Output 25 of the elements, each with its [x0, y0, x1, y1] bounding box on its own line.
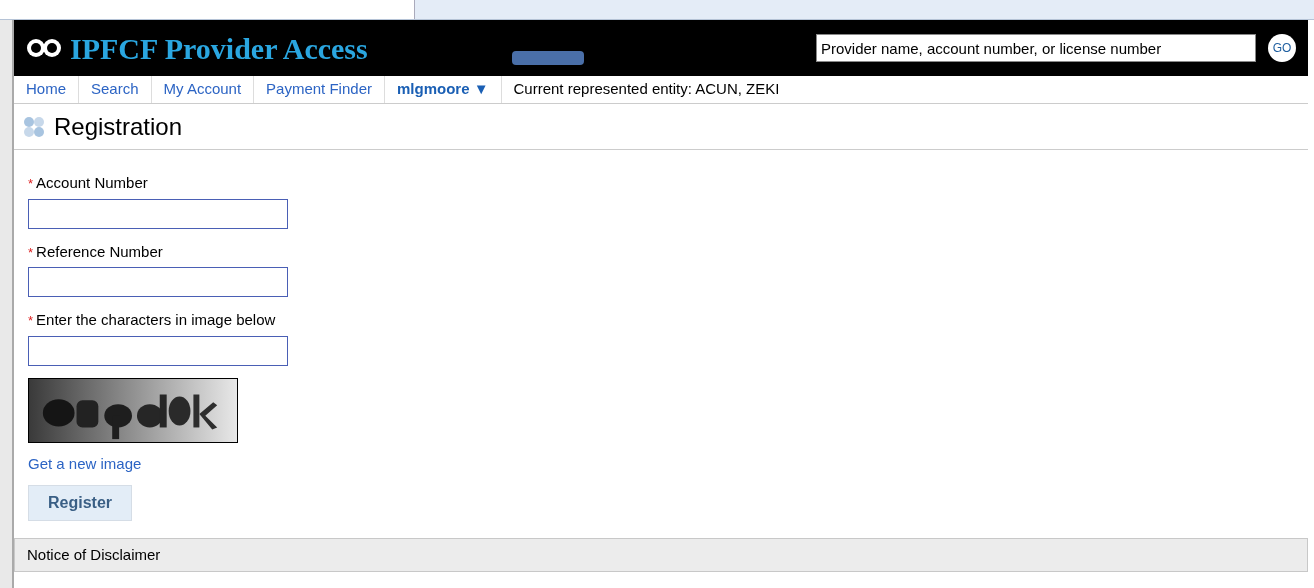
circles-icon	[22, 114, 46, 139]
field-label: Reference Number	[36, 241, 163, 262]
input-field[interactable]	[28, 335, 288, 366]
entity-text: Current represented entity: ACUN, ZEKI	[512, 79, 781, 100]
required-mark: *	[28, 312, 34, 330]
field-label: Enter the characters in image below	[36, 310, 276, 330]
user-menu[interactable]: mlgmoore ▼	[385, 76, 502, 103]
page-title: Registration	[54, 111, 183, 142]
nav-link[interactable]: My Account	[151, 76, 255, 103]
slider-handle[interactable]	[511, 51, 584, 65]
nav-link[interactable]: Home	[14, 76, 79, 103]
required-mark: *	[28, 175, 34, 193]
search-field[interactable]: Provider name, account number, or license number	[816, 34, 1256, 62]
field-label: Account Number	[36, 173, 148, 193]
owl-logo-icon	[26, 37, 62, 59]
go-button[interactable]: GO	[1268, 34, 1296, 62]
nav-link[interactable]: Payment Finder	[254, 76, 385, 103]
new-image-link[interactable]: Get a new image	[28, 452, 142, 475]
required-mark: *	[28, 243, 34, 262]
input-field[interactable]	[28, 267, 288, 297]
nav-link[interactable]: Search	[79, 76, 152, 103]
site-title: IPFCF Provider Access	[70, 30, 368, 67]
register-button[interactable]: Register	[28, 485, 132, 521]
input-field[interactable]	[28, 198, 288, 229]
disclaimer-bar[interactable]: Notice of Disclaimer	[14, 538, 1308, 572]
